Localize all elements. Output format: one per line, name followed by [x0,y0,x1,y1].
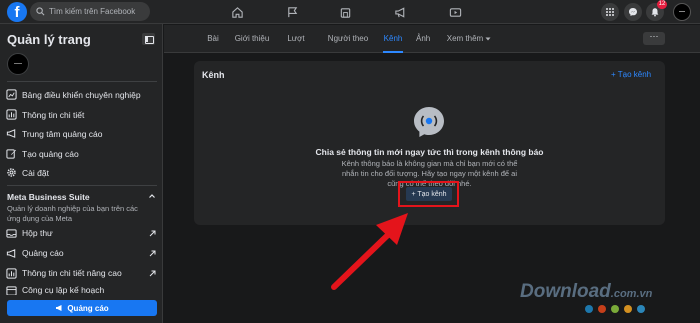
sidebar-item-create-ad[interactable]: Tạo quảng cáo [6,145,79,162]
watermark-dots [585,305,650,313]
sidebar-divider [7,185,157,186]
meta-business-suite-description: Quản lý doanh nghiệp của bạn trên các ứn… [7,204,138,223]
sidebar-divider [7,81,157,82]
sidebar-item-dashboard[interactable]: Bảng điều khiển chuyên nghiệp [6,86,141,103]
sidebar-link-ads[interactable]: Quảng cáo [6,245,156,261]
download-watermark: Download.com.vn [520,281,652,303]
sidebar-item-settings[interactable]: Cài đặt [6,164,49,181]
megaphone-icon [6,248,16,258]
external-arrow-icon [149,230,156,236]
collapse-sidebar-icon[interactable] [142,33,155,45]
tab-posts[interactable]: Bài viết [200,25,226,71]
search-box[interactable] [30,2,150,21]
sidebar-item-label: Bảng điều khiển chuyên nghiệp [22,89,141,100]
caret-down-icon [485,37,491,41]
sidebar-link-inbox[interactable]: Hộp thư [6,225,156,241]
more-options-button[interactable]: ··· [643,32,665,45]
inbox-icon [6,228,17,238]
tab-photos[interactable]: Ảnh [416,25,430,53]
sidebar-link-label: Quảng cáo [22,248,64,258]
create-channel-link[interactable]: + Tạo kênh [611,70,651,79]
megaphone-icon[interactable] [392,4,408,20]
watermark-dot [598,305,606,313]
page-avatar[interactable] [7,53,29,75]
profile-avatar[interactable] [673,3,691,21]
notification-badge: 12 [657,0,667,9]
search-icon [36,7,45,16]
sidebar-item-label: Cài đặt [22,167,49,178]
watermark-dot [637,305,645,313]
highlight-box [398,181,459,207]
tab-followers[interactable]: Người theo dõi [322,25,374,71]
meta-business-suite-title[interactable]: Meta Business Suite [7,192,90,202]
card-title: Kênh [202,70,225,80]
chevron-up-icon[interactable] [148,192,156,200]
menu-grid-icon[interactable] [601,3,619,21]
external-arrow-icon [149,250,156,256]
tab-about[interactable]: Giới thiệu [234,25,270,53]
tab-see-more[interactable]: Xem thêm [446,25,492,53]
marketplace-icon[interactable] [337,4,353,20]
gear-icon [7,168,16,177]
page-tabs: Bài viết Giới thiệu Lượt nhắc Người theo… [164,25,700,71]
channels-card: Kênh + Tạo kênh Chia sẻ thông tin mới ng… [194,61,665,225]
broadcast-bubble-icon [414,107,444,137]
watermark-domain: .com.vn [610,288,653,300]
tab-see-more-label: Xem thêm [446,34,484,43]
sidebar-item-label: Thông tin chi tiết [22,109,85,120]
sidebar-item-ad-center[interactable]: Trung tâm quảng cáo [6,125,102,142]
sidebar-link-label: Hộp thư [22,228,53,238]
watermark-dot [585,305,593,313]
edit-icon [6,149,17,159]
search-input[interactable] [49,7,149,16]
insights-icon [6,267,17,279]
sidebar-link-advanced-insights[interactable]: Thông tin chi tiết nâng cao [6,265,156,281]
red-arrow-annotation [331,213,408,290]
promote-ads-label: Quảng cáo [67,303,109,313]
insights-icon [6,109,17,120]
sidebar-title: Quản lý trang [7,32,91,47]
sidebar-item-insights[interactable]: Thông tin chi tiết [6,106,84,123]
facebook-logo[interactable]: f [7,2,27,22]
tab-channels[interactable]: Kênh [383,25,403,53]
watermark-dot [611,305,619,313]
tab-mentions[interactable]: Lượt nhắc [278,25,314,71]
sidebar-item-label: Tạo quảng cáo [22,148,79,159]
calendar-icon [6,286,17,295]
dashboard-icon [6,89,17,100]
sidebar-link-label: Thông tin chi tiết nâng cao [22,268,122,278]
sidebar: Quản lý trang Bảng điều khiển chuyên ngh… [0,24,163,323]
watch-icon[interactable] [447,4,463,20]
flag-icon[interactable] [284,4,300,20]
megaphone-icon [6,129,16,138]
sidebar-link-planner[interactable]: Công cụ lập kế hoạch [6,285,156,295]
home-icon[interactable] [229,4,245,20]
external-arrow-icon [149,270,156,276]
messenger-icon[interactable] [624,3,642,21]
watermark-dot [624,305,632,313]
watermark-text: Download [520,281,611,302]
sidebar-link-label: Công cụ lập kế hoạch [22,285,105,295]
sidebar-item-label: Trung tâm quảng cáo [22,128,103,139]
megaphone-icon [56,305,62,311]
top-bar: f 12 [0,0,700,24]
promote-ads-button[interactable]: Quảng cáo [7,300,157,316]
empty-state-headline: Chia sẻ thông tin mới ngay tức thì trong… [315,147,544,157]
